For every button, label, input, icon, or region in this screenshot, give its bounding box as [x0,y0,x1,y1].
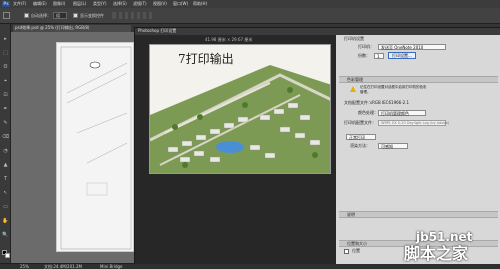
path-select-tool[interactable]: ↖ [2,190,9,196]
menu-layer[interactable]: 图层(L) [73,2,86,6]
color-handling-select[interactable]: 打印机管理颜色 [378,110,426,116]
dodge-tool[interactable]: ◔ [2,148,9,154]
print-settings-button-label: 打印设置... [392,53,412,58]
rendering-intent-value: 可感知 [381,144,393,149]
position-size-title: 位置和大小 [347,241,367,246]
menu-select[interactable]: 选择(S) [113,2,127,6]
dialog-title-bar: Photoshop 打印设置 [135,28,500,35]
tools-panel: ▸ ⬚ ʘ ⌖ ⊡ ✒ ✎ ⌫ ◔ ▲ T ↖ ▭ ✋ 🔍 [0,24,11,264]
document-size: 文档:24.4M/201.2M [44,264,82,269]
color-management-section[interactable]: 色彩管理 [339,76,498,83]
move-tool-icon[interactable] [3,12,10,19]
document-page [56,42,134,252]
color-handling-value: 打印机管理颜色 [381,111,409,116]
pen-tool[interactable]: ▲ [2,162,9,168]
description-section[interactable]: 说明 [339,211,498,218]
background-color-swatch[interactable] [5,253,10,258]
auto-select-dropdown[interactable]: 组 [53,12,67,19]
print-settings-button[interactable]: 打印设置... [388,52,416,59]
menu-bar: Ps 文件(F) 编辑(E) 图像(I) 图层(L) 类型(Y) 选择(S) 滤… [0,0,500,8]
preview-image-title: 7打印输出 [178,52,234,66]
auto-select-label: 自动选择： [31,13,51,18]
show-transform-checkbox[interactable] [73,13,78,18]
printer-profile-label: 打印机配置文件： [344,120,376,125]
menu-image[interactable]: 图像(I) [53,2,65,6]
lasso-tool[interactable]: ʘ [2,64,9,70]
app-logo: Ps [2,1,10,7]
quick-select-tool[interactable]: ⌖ [2,78,9,84]
show-transform-label: 显示变换控件 [80,13,104,18]
watermark-brand: 脚本之家 [404,244,469,263]
normal-print-value: 正常打印 [349,135,365,140]
copies-label: 份数： [358,53,370,58]
marquee-tool[interactable]: ⬚ [2,50,9,56]
brush-tool[interactable]: ✎ [2,120,9,126]
rendering-intent-select[interactable]: 可感知 [378,143,408,149]
printer-section-header[interactable]: 打印机设置 [339,36,498,42]
print-preview-pane: 41.98 厘米 × 29.67 厘米 7打印输出 [135,35,336,264]
menu-help[interactable]: 帮助(H) [193,2,207,6]
rendering-intent-label: 渲染方法： [350,143,370,148]
menu-filter[interactable]: 滤镜(T) [133,2,147,6]
document-profile-label: 文档配置文件： [344,100,372,105]
print-settings-dialog: Photoshop 打印设置 41.98 厘米 × 29.67 厘米 7打印输出… [134,27,500,264]
dialog-title: Photoshop 打印设置 [138,28,177,33]
site-plan-sketch [60,46,132,250]
menu-view[interactable]: 视图(V) [153,2,167,6]
menu-window[interactable]: 窗口(W) [173,2,188,6]
printer-label: 打印机： [358,44,374,49]
printer-section-title: 打印机设置 [344,36,364,41]
printer-profile-select[interactable]: WRPL EX 0-20 Daylight Log (by Adobe) [378,120,450,126]
printer-profile-value: WRPL EX 0-20 Daylight Log (by Adobe) [381,121,450,125]
zoom-tool[interactable]: 🔍 [2,232,9,238]
printer-select[interactable]: 发送至 OneNote 2010 [378,44,446,50]
color-handling-label: 颜色处理： [358,110,378,115]
printer-select-value: 发送至 OneNote 2010 [381,45,424,50]
eraser-tool[interactable]: ⌫ [2,134,9,140]
menu-type[interactable]: 类型(Y) [93,2,107,6]
position-label: 位置 [352,248,360,253]
document-tab[interactable]: psd效果.psd @ 25% (打印输出, RGB/8) [13,25,131,32]
preview-image[interactable]: 7打印输出 [149,44,331,174]
shape-tool[interactable]: ▭ [2,204,9,210]
auto-select-checkbox[interactable] [24,13,29,18]
preview-dimension-label: 41.98 厘米 × 29.67 厘米 [205,37,253,42]
warning-icon [350,86,356,92]
menu-file[interactable]: 文件(F) [13,2,26,6]
menu-edit[interactable]: 编辑(E) [33,2,47,6]
mini-bridge-tab[interactable]: Mini Bridge [100,265,123,269]
eyedropper-tool[interactable]: ✒ [2,106,9,112]
hand-tool[interactable]: ✋ [2,218,9,224]
zoom-level[interactable]: 25% [20,265,29,269]
color-management-note: 记住在打印设置对话框中启用打印机的色彩管理。 [360,85,427,94]
copies-input[interactable]: 1 [374,53,384,59]
position-checkbox[interactable] [344,249,349,254]
description-section-title: 说明 [347,212,355,217]
align-icons-group[interactable] [112,12,152,19]
auto-select-value: 组 [56,13,60,18]
copies-input-value: 1 [377,54,380,59]
normal-print-select[interactable]: 正常打印 [346,134,376,140]
crop-tool[interactable]: ⊡ [2,92,9,98]
type-tool[interactable]: T [2,176,9,182]
color-management-title: 色彩管理 [347,77,363,82]
options-bar: 自动选择： 组 显示变换控件 [0,8,500,24]
watermark-site: jb51.net [416,230,473,244]
move-tool[interactable]: ▸ [2,36,9,42]
document-profile-value: sRGB IEC61966-2.1 [370,100,410,105]
document-tab-label: psd效果.psd @ 25% (打印输出, RGB/8) [15,25,90,30]
